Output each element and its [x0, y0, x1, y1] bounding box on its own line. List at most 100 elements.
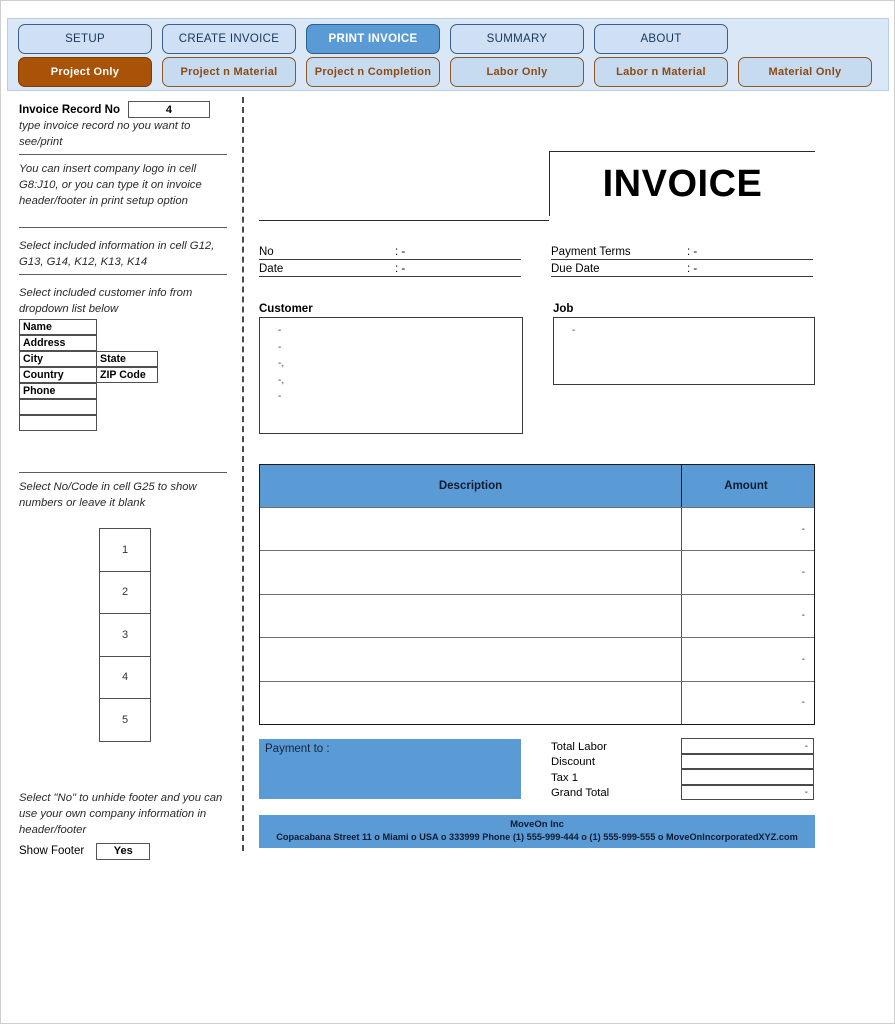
totals-value[interactable] — [681, 753, 814, 770]
page-title: INVOICE — [602, 162, 763, 205]
cell-amount[interactable]: - — [682, 638, 810, 680]
customer-field-left[interactable]: Phone — [19, 383, 97, 399]
customer-field-left[interactable]: City — [19, 351, 97, 367]
table-row: - — [260, 593, 814, 638]
totals-label: Total Labor — [551, 740, 607, 753]
cell-amount[interactable]: - — [682, 551, 810, 593]
company-logo-placeholder[interactable] — [259, 220, 549, 221]
customer-field-spacer — [97, 400, 159, 416]
customer-field-spacer — [97, 336, 159, 352]
cell-amount[interactable]: - — [682, 682, 810, 724]
customer-field-left[interactable]: Country — [19, 367, 97, 383]
subtab-labor-only[interactable]: Labor Only — [450, 57, 584, 87]
cell-amount[interactable]: - — [682, 595, 810, 637]
detail-line: -, — [278, 358, 285, 369]
meta-value[interactable]: : - — [687, 263, 697, 276]
customer-block-box[interactable]: - - -, -, - — [259, 317, 523, 434]
customer-field-row: City State — [19, 351, 227, 368]
line-number-cell[interactable]: 1 — [99, 528, 151, 572]
customer-field-left[interactable]: Name — [19, 319, 97, 335]
line-number-list: 12345 — [99, 528, 227, 742]
totals-value[interactable] — [681, 769, 814, 785]
invoice-template-app: SETUP CREATE INVOICE PRINT INVOICE SUMMARY A… — [0, 0, 895, 1024]
totals-value[interactable]: - — [681, 784, 814, 801]
cell-description[interactable] — [260, 508, 682, 551]
sub-tab-row: Project Only Project n Material Project n … — [8, 57, 888, 87]
tab-print-invoice[interactable]: PRINT INVOICE — [306, 24, 440, 54]
divider-3 — [19, 274, 227, 275]
job-block-box[interactable]: - — [553, 317, 815, 385]
customer-field-row: Country ZIP Code — [19, 367, 227, 384]
invoice-header-zone: INVOICE — [259, 151, 815, 221]
party-blocks: Customer - - -, -, - Job - — [259, 303, 815, 434]
cell-amount[interactable]: - — [682, 508, 810, 550]
subtab-labor-n-material[interactable]: Labor n Material — [594, 57, 728, 87]
tab-bar: SETUP CREATE INVOICE PRINT INVOICE SUMMARY A… — [7, 18, 889, 91]
footer-hint: Select "No" to unhide footer and you can… — [19, 791, 223, 836]
show-footer-dropdown[interactable]: Yes — [96, 842, 151, 860]
invoice-meta-left: No : - Date: - — [259, 243, 521, 277]
detail-line: - — [278, 391, 282, 402]
subtab-material-only[interactable]: Material Only — [738, 57, 872, 87]
table-row: - — [260, 550, 814, 594]
totals-block: Total Labor - Discount Tax 1 Grand Total - — [551, 738, 815, 801]
table-row: - — [260, 680, 814, 724]
invoice-meta: No: - Date: - Payment Terms: - Due Date: - — [259, 243, 815, 277]
job-block-label: Job — [553, 303, 574, 315]
tab-create-invoice[interactable]: CREATE INVOICE — [162, 24, 296, 54]
table-row: - — [260, 507, 814, 551]
line-number-cell[interactable]: 3 — [99, 613, 151, 657]
meta-key: Payment Terms — [551, 246, 631, 258]
totals-row: Grand Total - — [551, 784, 815, 801]
meta-value[interactable]: : - — [395, 263, 405, 276]
customer-field-right[interactable]: State — [96, 351, 158, 367]
customer-field-left[interactable] — [19, 415, 97, 431]
cell-description[interactable] — [260, 594, 682, 638]
totals-label: Grand Total — [551, 787, 610, 800]
tab-setup[interactable]: SETUP — [18, 24, 152, 54]
customer-field-left[interactable] — [19, 399, 97, 415]
payment-to-box[interactable]: Payment to : — [259, 738, 521, 799]
line-number-cell[interactable]: 4 — [99, 655, 151, 699]
customer-block: Customer - - -, -, - — [259, 303, 523, 434]
payment-and-totals: Payment to : Total Labor - Discount Tax 1 Gr… — [259, 738, 815, 801]
customer-field-spacer — [97, 416, 159, 432]
info-hint: Select included information in cell G12,… — [19, 240, 215, 268]
nocode-hint: Select No/Code in cell G25 to show numbe… — [19, 481, 197, 509]
meta-key: No — [259, 246, 274, 258]
invoice-meta-right: Payment Terms : - Due Date: - — [551, 243, 813, 277]
subtab-project-n-completion[interactable]: Project n Completion — [306, 57, 440, 87]
customer-field-left[interactable]: Address — [19, 335, 97, 351]
invoice-record-input[interactable]: 4 — [127, 101, 210, 118]
customer-field-right[interactable]: ZIP Code — [96, 367, 158, 383]
line-number-cell[interactable]: 2 — [99, 570, 151, 614]
invoice-title-box: INVOICE — [549, 151, 815, 216]
customer-field-spacer — [97, 384, 159, 400]
meta-value[interactable]: : - — [687, 246, 697, 259]
meta-line: Due Date: - — [551, 260, 813, 277]
tab-about[interactable]: ABOUT — [594, 24, 728, 54]
customer-field-table: Name Address City State Country ZIP Code Phone — [19, 319, 227, 432]
customer-block-label: Customer — [259, 303, 313, 315]
totals-label: Tax 1 — [551, 771, 579, 784]
customer-field-row — [19, 415, 227, 432]
detail-line: - — [572, 325, 576, 336]
tab-summary[interactable]: SUMMARY — [450, 24, 584, 54]
detail-line: - — [278, 341, 282, 353]
cell-description[interactable] — [260, 551, 682, 594]
customer-hint: Select included customer info from dropd… — [19, 287, 193, 315]
totals-row: Discount — [551, 753, 815, 770]
totals-value[interactable]: - — [681, 738, 814, 754]
invoice-record-label: Invoice Record No — [19, 103, 120, 116]
invoice-footer: MoveOn Inc Copacabana Street 11 o Miami … — [259, 814, 815, 848]
line-number-cell[interactable]: 5 — [99, 698, 151, 742]
logo-hint: You can insert company logo in cell G8:J… — [19, 163, 202, 207]
subtab-project-only[interactable]: Project Only — [18, 57, 152, 87]
line-items-body: ----- — [260, 507, 814, 724]
meta-line: Date: - — [259, 260, 521, 277]
subtab-project-n-material[interactable]: Project n Material — [162, 57, 296, 87]
meta-value[interactable]: : - — [395, 246, 405, 259]
main-tab-row: SETUP CREATE INVOICE PRINT INVOICE SUMMARY A… — [8, 24, 888, 54]
cell-description[interactable] — [260, 681, 682, 724]
cell-description[interactable] — [260, 638, 682, 681]
